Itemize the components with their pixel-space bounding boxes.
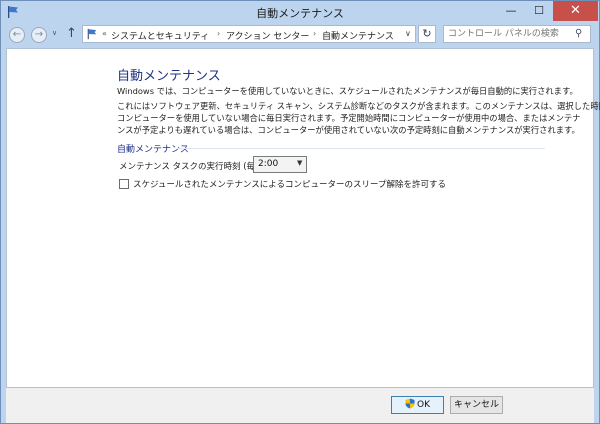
search-box[interactable]: ⚲ bbox=[443, 25, 591, 43]
page-title: 自動メンテナンス bbox=[117, 69, 221, 84]
breadcrumb-overflow[interactable]: « bbox=[102, 29, 107, 38]
shield-icon bbox=[405, 398, 415, 409]
refresh-icon[interactable]: ↻ bbox=[418, 25, 436, 43]
main-content: 自動メンテナンス Windows では、コンピューターを使用していないときに、ス… bbox=[6, 48, 600, 388]
title-bar: 自動メンテナンス — ☐ ✕ bbox=[1, 1, 599, 23]
wake-computer-checkbox[interactable] bbox=[119, 179, 129, 189]
breadcrumb-separator[interactable]: › bbox=[313, 29, 316, 38]
close-button[interactable]: ✕ bbox=[553, 1, 598, 21]
breadcrumb-separator[interactable]: › bbox=[217, 29, 220, 38]
details-line: これにはソフトウェア更新、セキュリティ スキャン、システム診断などのタスクが含ま… bbox=[117, 101, 600, 111]
ok-label: OK bbox=[417, 400, 430, 410]
forward-button[interactable]: → bbox=[31, 27, 47, 43]
up-button[interactable]: ↑ bbox=[66, 26, 77, 41]
search-input[interactable] bbox=[448, 27, 568, 41]
window: 自動メンテナンス — ☐ ✕ ← → ∨ ↑ « システムとセキュリティ › ア… bbox=[0, 0, 600, 424]
wake-computer-label[interactable]: スケジュールされたメンテナンスによるコンピューターのスリープ解除を許可する bbox=[133, 178, 446, 190]
maintenance-time-select[interactable]: 2:00 ▼ bbox=[253, 156, 307, 173]
navigation-bar: ← → ∨ ↑ « システムとセキュリティ › アクション センター › 自動メ… bbox=[1, 23, 599, 47]
section-divider bbox=[177, 148, 545, 149]
breadcrumb-system-security[interactable]: システムとセキュリティ bbox=[111, 29, 209, 42]
chevron-down-icon: ▼ bbox=[297, 159, 303, 167]
flag-icon bbox=[87, 28, 97, 40]
back-button[interactable]: ← bbox=[9, 27, 25, 43]
maintenance-time-value: 2:00 bbox=[258, 159, 279, 169]
details-line: ンスが予定よりも遅れている場合は、コンピューターが使用されていない次の予定時刻に… bbox=[117, 125, 580, 135]
cancel-button[interactable]: キャンセル bbox=[450, 396, 503, 414]
breadcrumb-action-center[interactable]: アクション センター bbox=[226, 29, 309, 42]
address-bar[interactable]: « システムとセキュリティ › アクション センター › 自動メンテナンス ∨ bbox=[82, 25, 416, 43]
details-line: コンピューターを使用していない場合に毎日実行されます。予定開始時間にコンピュータ… bbox=[117, 113, 581, 123]
breadcrumb-auto-maintenance[interactable]: 自動メンテナンス bbox=[322, 29, 394, 42]
details-text: これにはソフトウェア更新、セキュリティ スキャン、システム診断などのタスクが含ま… bbox=[117, 100, 600, 136]
intro-text: Windows では、コンピューターを使用していないときに、スケジュールされたメ… bbox=[117, 86, 578, 96]
minimize-button[interactable]: — bbox=[497, 1, 525, 21]
ok-button[interactable]: OK bbox=[391, 396, 444, 414]
recent-locations-button[interactable]: ∨ bbox=[52, 29, 57, 37]
address-dropdown-icon[interactable]: ∨ bbox=[405, 29, 411, 38]
maintenance-time-label: メンテナンス タスクの実行時刻 (毎日): bbox=[119, 162, 270, 172]
maximize-button[interactable]: ☐ bbox=[525, 1, 553, 21]
dialog-footer: OK キャンセル bbox=[6, 388, 594, 423]
search-icon[interactable]: ⚲ bbox=[575, 28, 582, 39]
